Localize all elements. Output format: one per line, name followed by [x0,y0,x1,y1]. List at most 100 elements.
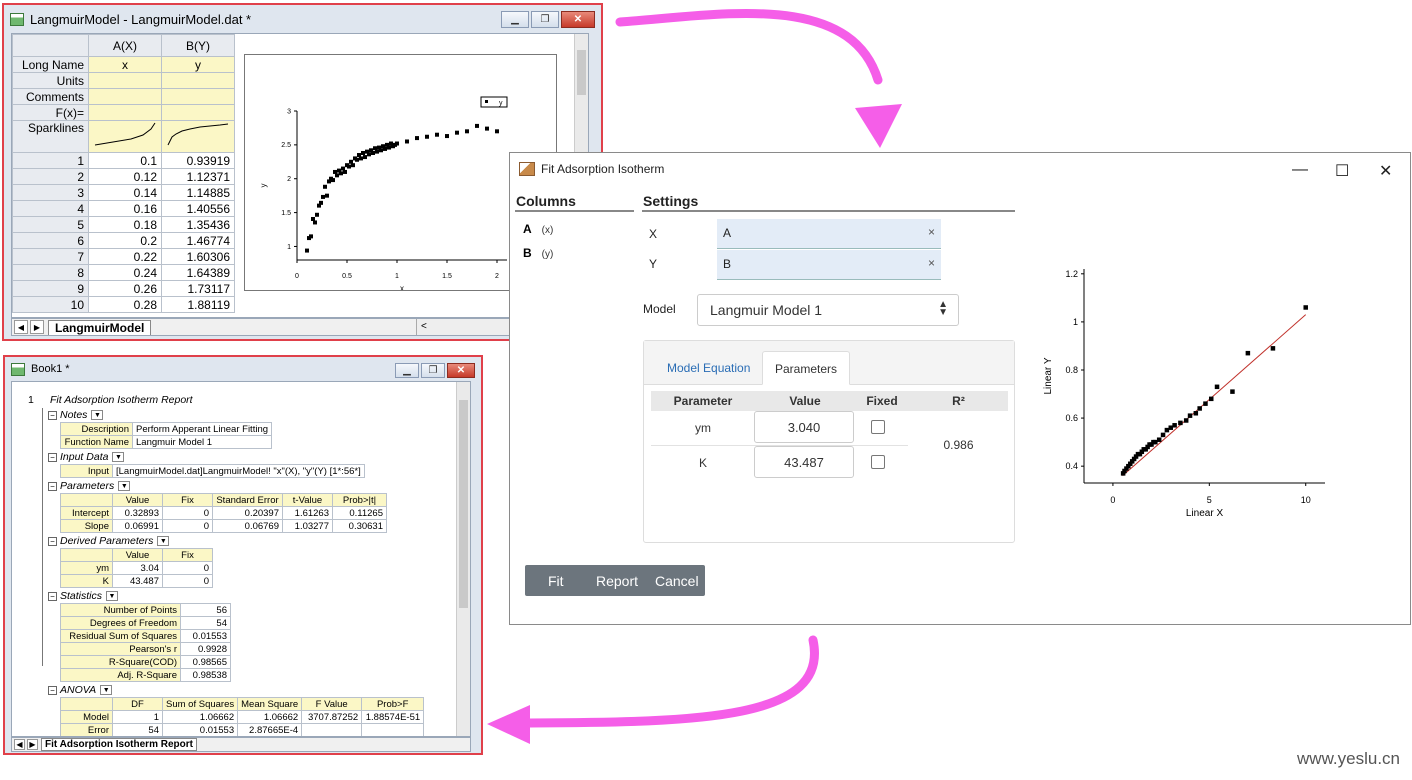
data-cell[interactable]: 1.73117 [161,280,235,297]
row-number[interactable]: 8 [12,264,89,281]
data-cell[interactable]: 1.46774 [161,232,235,249]
data-cell[interactable]: 0.16 [88,200,162,217]
tab-prev-icon[interactable]: ◀ [14,320,28,334]
input-data-section[interactable]: − Input Data ▼ [48,451,125,463]
model-select[interactable]: Langmuir Model 1 ▲ ▼ [697,294,959,326]
param-fixed-k-checkbox[interactable] [871,455,885,469]
data-cell[interactable]: 1.40556 [161,200,235,217]
cancel-button[interactable]: Cancel [655,573,699,589]
statistics-section[interactable]: − Statistics ▼ [48,590,119,602]
sparkline-b[interactable] [161,120,235,153]
row-number[interactable]: 6 [12,232,89,249]
dropdown-icon[interactable]: ▼ [118,481,131,491]
report-close-button[interactable]: ✕ [447,363,475,378]
report-sheet-tab[interactable]: Fit Adsorption Isotherm Report [41,738,197,751]
x-column-field[interactable]: A × [717,219,941,249]
fit-dialog[interactable]: Fit Adsorption Isotherm — ☐ ✕ Columns Se… [509,152,1411,625]
fx-a[interactable] [88,104,162,121]
data-cell[interactable]: 1.12371 [161,168,235,185]
collapse-icon[interactable]: − [48,452,57,462]
row-number[interactable]: 5 [12,216,89,233]
data-cell[interactable]: 0.24 [88,264,162,281]
scroll-left-icon[interactable]: < [421,321,427,332]
row-number[interactable]: 2 [12,168,89,185]
data-cell[interactable]: 0.2 [88,232,162,249]
fit-button[interactable]: Fit [548,573,564,589]
report-titlebar[interactable]: Book1 * ▁ ❐ ✕ [5,357,481,381]
column-item-b[interactable]: B (y) [523,246,553,260]
row-number[interactable]: 7 [12,248,89,265]
dropdown-icon[interactable]: ▼ [91,410,104,420]
tab-parameters[interactable]: Parameters [762,351,850,385]
tab-next-icon[interactable]: ▶ [30,320,44,334]
clear-x-icon[interactable]: × [928,225,935,239]
collapse-icon[interactable]: − [48,410,57,420]
tab-model-equation[interactable]: Model Equation [655,351,762,385]
sheet-tab-langmuirmodel[interactable]: LangmuirModel [48,319,152,335]
close-button[interactable]: ✕ [561,11,595,28]
dialog-maximize-icon[interactable]: ☐ [1335,161,1349,181]
param-value-ym[interactable]: 3.040 [754,411,854,443]
derived-parameters-section[interactable]: − Derived Parameters ▼ [48,535,170,547]
report-scroll-thumb[interactable] [459,400,468,608]
minimize-button[interactable]: ▁ [501,11,529,28]
report-minimize-button[interactable]: ▁ [395,363,419,378]
data-cell[interactable]: 0.22 [88,248,162,265]
corner-cell[interactable] [12,34,89,57]
sparkline-a[interactable] [88,120,162,153]
collapse-icon[interactable]: − [48,481,57,491]
clear-y-icon[interactable]: × [928,256,935,270]
report-button[interactable]: Report [596,573,638,589]
row-number[interactable]: 4 [12,200,89,217]
notes-section[interactable]: − Notes ▼ [48,409,104,421]
data-cell[interactable]: 1.64389 [161,264,235,281]
long-name-a[interactable]: x [88,56,162,73]
units-a[interactable] [88,72,162,89]
report-window[interactable]: Book1 * ▁ ❐ ✕ 1 Fit Adsorption Isotherm … [3,355,483,755]
collapse-icon[interactable]: − [48,591,57,601]
collapse-icon[interactable]: − [48,536,57,546]
dropdown-icon[interactable]: ▼ [106,591,119,601]
data-cell[interactable]: 0.28 [88,296,162,313]
report-tab-prev-icon[interactable]: ◀ [14,739,25,750]
row-number[interactable]: 9 [12,280,89,297]
data-cell[interactable]: 1.88119 [161,296,235,313]
parameters-section[interactable]: − Parameters ▼ [48,480,131,492]
data-cell[interactable]: 0.93919 [161,152,235,169]
data-cell[interactable]: 1.14885 [161,184,235,201]
report-restore-button[interactable]: ❐ [421,363,445,378]
comments-a[interactable] [88,88,162,105]
restore-button[interactable]: ❐ [531,11,559,28]
data-cell[interactable]: 1.35436 [161,216,235,233]
dropdown-icon[interactable]: ▼ [112,452,125,462]
data-cell[interactable]: 0.14 [88,184,162,201]
data-cell[interactable]: 0.18 [88,216,162,233]
report-tab-next-icon[interactable]: ▶ [27,739,38,750]
dropdown-icon[interactable]: ▼ [157,536,170,546]
param-fixed-ym-checkbox[interactable] [871,420,885,434]
row-number[interactable]: 1 [12,152,89,169]
report-vertical-scrollbar[interactable] [456,382,470,736]
data-cell[interactable]: 1.60306 [161,248,235,265]
row-number[interactable]: 3 [12,184,89,201]
dialog-close-icon[interactable]: ✕ [1379,161,1392,181]
long-name-b[interactable]: y [161,56,235,73]
dropdown-icon[interactable]: ▼ [100,685,113,695]
anova-section[interactable]: − ANOVA ▼ [48,684,113,696]
dialog-minimize-icon[interactable]: — [1292,161,1308,179]
data-cell[interactable]: 0.12 [88,168,162,185]
collapse-icon[interactable]: − [48,685,57,695]
comments-b[interactable] [161,88,235,105]
param-value-k[interactable]: 43.487 [754,446,854,478]
column-item-a[interactable]: A (x) [523,222,553,236]
column-header-a[interactable]: A(X) [88,34,162,57]
data-cell[interactable]: 0.1 [88,152,162,169]
fx-b[interactable] [161,104,235,121]
column-header-b[interactable]: B(Y) [161,34,235,57]
vertical-scroll-thumb[interactable] [577,50,586,95]
dialog-titlebar[interactable]: Fit Adsorption Isotherm [510,153,1410,185]
units-b[interactable] [161,72,235,89]
row-number[interactable]: 10 [12,296,89,313]
y-column-field[interactable]: B × [717,250,941,280]
worksheet-titlebar[interactable]: LangmuirModel - LangmuirModel.dat * ▁ ❐ … [4,5,601,33]
